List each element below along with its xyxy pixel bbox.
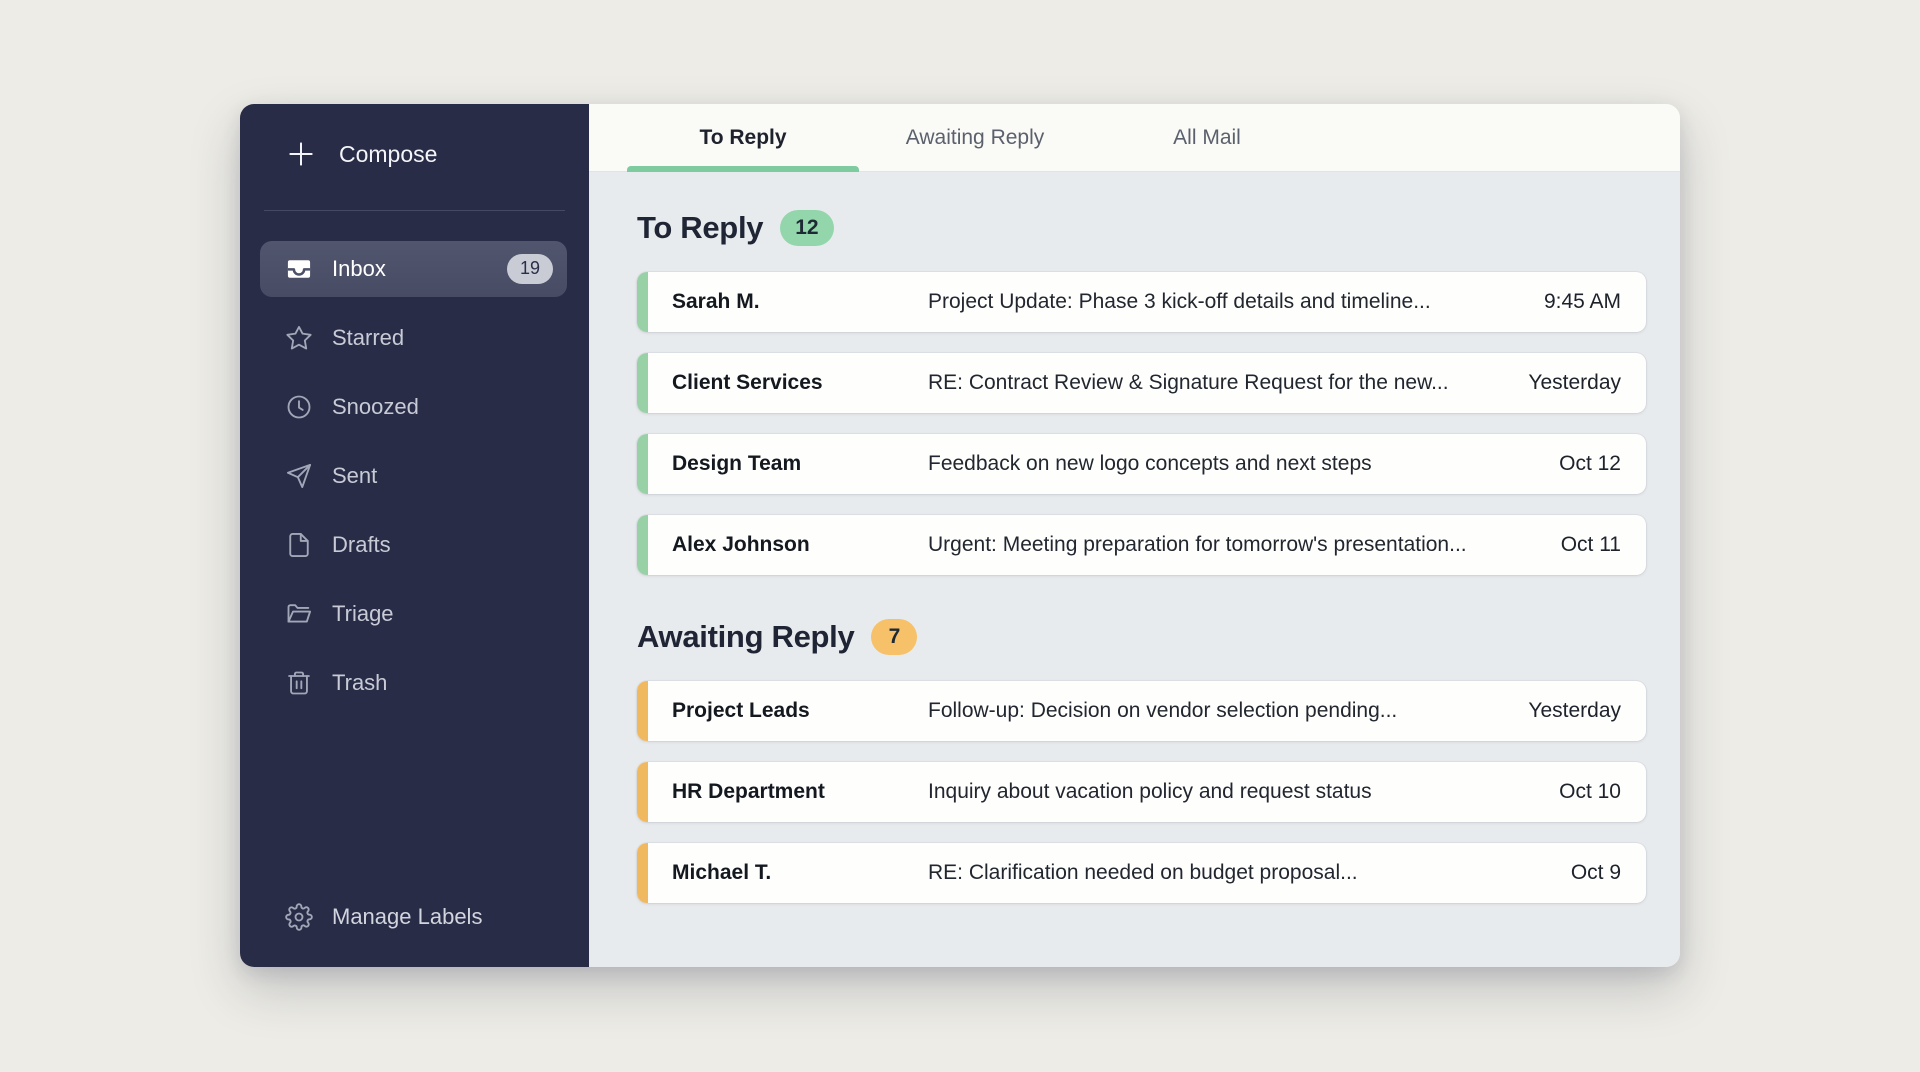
email-row[interactable]: Design TeamFeedback on new logo concepts… — [637, 434, 1646, 494]
sidebar-item-label: Trash — [332, 670, 387, 696]
sidebar-item-triage[interactable]: Triage — [260, 586, 567, 642]
sidebar-item-starred[interactable]: Starred — [260, 310, 567, 366]
tab-label: All Mail — [1173, 126, 1241, 150]
email-subject: Follow-up: Decision on vendor selection … — [928, 699, 1508, 723]
email-accent-bar — [637, 762, 648, 822]
email-time: Oct 10 — [1539, 780, 1646, 804]
sidebar-item-label: Snoozed — [332, 394, 419, 420]
email-row[interactable]: HR DepartmentInquiry about vacation poli… — [637, 762, 1646, 822]
gear-icon — [285, 903, 313, 931]
tab-label: To Reply — [699, 126, 786, 150]
email-accent-bar — [637, 515, 648, 575]
email-row[interactable]: Sarah M.Project Update: Phase 3 kick-off… — [637, 272, 1646, 332]
email-subject: Feedback on new logo concepts and next s… — [928, 452, 1539, 476]
email-sender: HR Department — [672, 780, 928, 804]
sidebar-divider — [264, 210, 565, 211]
email-accent-bar — [637, 434, 648, 494]
sidebar-item-drafts[interactable]: Drafts — [260, 517, 567, 573]
sidebar: Compose Inbox 19 Starred Snoozed Sent Drafts T… — [240, 104, 589, 967]
email-row[interactable]: Alex JohnsonUrgent: Meeting preparation … — [637, 515, 1646, 575]
sidebar-item-inbox[interactable]: Inbox 19 — [260, 241, 567, 297]
plus-icon — [285, 138, 317, 170]
sidebar-item-snoozed[interactable]: Snoozed — [260, 379, 567, 435]
email-time: Oct 9 — [1551, 861, 1646, 885]
section-header: To Reply 12 — [637, 210, 1646, 246]
section-awaiting-reply: Awaiting Reply 7 Project LeadsFollow-up: D… — [637, 619, 1646, 903]
email-subject: RE: Clarification needed on budget propo… — [928, 861, 1551, 885]
sidebar-item-label: Starred — [332, 325, 404, 351]
compose-button[interactable]: Compose — [285, 138, 565, 170]
email-time: Yesterday — [1508, 371, 1646, 395]
sidebar-item-sent[interactable]: Sent — [260, 448, 567, 504]
email-sender: Sarah M. — [672, 290, 928, 314]
folder-open-icon — [285, 600, 313, 628]
email-subject: Project Update: Phase 3 kick-off details… — [928, 290, 1524, 314]
mail-app-window: Compose Inbox 19 Starred Snoozed Sent Drafts T… — [240, 104, 1680, 967]
section-title: To Reply — [637, 210, 763, 246]
email-accent-bar — [637, 272, 648, 332]
email-accent-bar — [637, 353, 648, 413]
tab-awaiting-reply[interactable]: Awaiting Reply — [859, 104, 1091, 171]
compose-label: Compose — [339, 141, 437, 168]
sidebar-item-trash[interactable]: Trash — [260, 655, 567, 711]
email-sender: Project Leads — [672, 699, 928, 723]
email-time: Yesterday — [1508, 699, 1646, 723]
star-icon — [285, 324, 313, 352]
email-time: Oct 12 — [1539, 452, 1646, 476]
section-count-badge: 12 — [780, 210, 833, 245]
email-row[interactable]: Michael T.RE: Clarification needed on bu… — [637, 843, 1646, 903]
sidebar-item-label: Sent — [332, 463, 377, 489]
tab-label: Awaiting Reply — [906, 126, 1045, 150]
sidebar-item-label: Inbox — [332, 256, 386, 282]
section-title: Awaiting Reply — [637, 619, 854, 655]
file-icon — [285, 531, 313, 559]
email-time: Oct 11 — [1541, 533, 1646, 557]
section-header: Awaiting Reply 7 — [637, 619, 1646, 655]
email-time: 9:45 AM — [1524, 290, 1646, 314]
clock-icon — [285, 393, 313, 421]
unread-count-badge: 19 — [507, 254, 553, 284]
email-subject: RE: Contract Review & Signature Request … — [928, 371, 1508, 395]
inbox-icon — [285, 255, 313, 283]
main-panel: To Reply Awaiting Reply All Mail To Reply 1… — [589, 104, 1680, 967]
email-subject: Urgent: Meeting preparation for tomorrow… — [928, 533, 1541, 557]
section-to-reply: To Reply 12 Sarah M.Project Update: Phase … — [637, 210, 1646, 575]
email-sender: Michael T. — [672, 861, 928, 885]
email-row[interactable]: Client ServicesRE: Contract Review & Sig… — [637, 353, 1646, 413]
tab-to-reply[interactable]: To Reply — [627, 104, 859, 171]
email-sender: Design Team — [672, 452, 928, 476]
email-row[interactable]: Project LeadsFollow-up: Decision on vend… — [637, 681, 1646, 741]
tab-all-mail[interactable]: All Mail — [1091, 104, 1323, 171]
email-accent-bar — [637, 681, 648, 741]
sidebar-nav: Inbox 19 Starred Snoozed Sent Drafts Triage Tra… — [240, 241, 589, 724]
manage-labels-label: Manage Labels — [332, 904, 482, 930]
section-count-badge: 7 — [871, 619, 917, 654]
tab-bar: To Reply Awaiting Reply All Mail — [589, 104, 1680, 172]
mail-content: To Reply 12 Sarah M.Project Update: Phase … — [589, 172, 1680, 967]
sidebar-item-label: Drafts — [332, 532, 391, 558]
email-sender: Alex Johnson — [672, 533, 928, 557]
manage-labels-button[interactable]: Manage Labels — [240, 903, 589, 967]
email-subject: Inquiry about vacation policy and reques… — [928, 780, 1539, 804]
email-accent-bar — [637, 843, 648, 903]
trash-icon — [285, 669, 313, 697]
send-icon — [285, 462, 313, 490]
email-sender: Client Services — [672, 371, 928, 395]
sidebar-item-label: Triage — [332, 601, 394, 627]
